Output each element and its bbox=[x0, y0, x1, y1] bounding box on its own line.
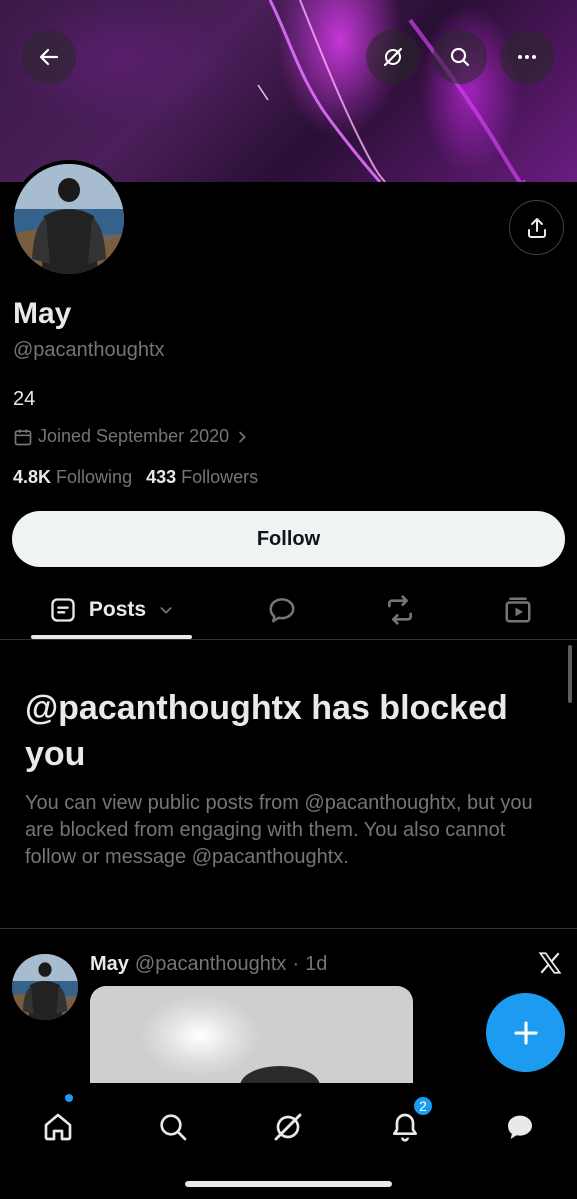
profile-bio: 24 bbox=[13, 388, 36, 410]
tab-posts[interactable]: Posts bbox=[31, 582, 192, 638]
nav-messages[interactable] bbox=[490, 1097, 550, 1157]
tab-posts-label: Posts bbox=[88, 598, 147, 621]
display-name: May bbox=[13, 297, 72, 330]
joined-label: Joined September 2020 bbox=[38, 426, 230, 446]
post-separator: · bbox=[292, 953, 300, 975]
nav-grok[interactable] bbox=[258, 1097, 318, 1157]
post-header: May @pacanthoughtx · 1d bbox=[90, 953, 327, 976]
notifications-icon bbox=[393, 1113, 417, 1142]
joined-date[interactable]: Joined September 2020 bbox=[13, 426, 250, 447]
tab-replies[interactable] bbox=[252, 582, 312, 638]
post-author[interactable]: May bbox=[90, 953, 129, 976]
calendar-icon bbox=[14, 429, 32, 445]
grok-button[interactable] bbox=[366, 30, 420, 84]
profile-stats: 4.8K Following 433 Followers bbox=[13, 467, 258, 488]
share-button[interactable] bbox=[509, 200, 564, 255]
home-indicator[interactable] bbox=[185, 1181, 392, 1187]
blocked-title: @pacanthoughtx has blocked you bbox=[25, 689, 508, 773]
following-link[interactable]: 4.8K Following bbox=[13, 467, 132, 488]
avatar-photo bbox=[14, 164, 124, 274]
plus-icon bbox=[513, 1020, 538, 1045]
grok-icon bbox=[383, 47, 403, 67]
back-button[interactable] bbox=[22, 30, 76, 84]
tab-media[interactable] bbox=[488, 582, 548, 638]
grok-icon bbox=[274, 1113, 302, 1141]
followers-link[interactable]: 433 Followers bbox=[146, 467, 258, 488]
post-time: 1d bbox=[305, 953, 328, 975]
follow-button[interactable]: Follow bbox=[12, 511, 565, 567]
following-label: Following bbox=[56, 467, 133, 487]
chevron-right-icon bbox=[239, 431, 246, 442]
scrollbar[interactable] bbox=[568, 645, 572, 703]
active-tab-indicator bbox=[31, 635, 192, 639]
search-icon bbox=[160, 1114, 187, 1141]
banner-art bbox=[257, 0, 526, 182]
divider bbox=[0, 928, 577, 929]
profile-tabs: Posts bbox=[0, 582, 577, 640]
post-avatar[interactable] bbox=[12, 954, 78, 1020]
x-logo-icon bbox=[537, 950, 563, 983]
blocked-description: You can view public posts from @pacantho… bbox=[25, 792, 533, 868]
compose-button[interactable] bbox=[486, 993, 565, 1072]
search-button[interactable] bbox=[433, 30, 487, 84]
profile-avatar[interactable] bbox=[10, 160, 128, 278]
reposts-icon bbox=[388, 595, 412, 625]
post-image bbox=[240, 1066, 320, 1086]
posts-icon bbox=[51, 598, 75, 622]
nav-home[interactable] bbox=[28, 1097, 88, 1157]
following-count: 4.8K bbox=[13, 467, 52, 487]
post-handle[interactable]: @pacanthoughtx bbox=[135, 953, 287, 976]
share-icon bbox=[527, 217, 546, 238]
avatar-photo bbox=[12, 954, 78, 1020]
tab-reposts[interactable] bbox=[370, 582, 430, 638]
nav-search[interactable] bbox=[143, 1097, 203, 1157]
more-horizontal-icon bbox=[518, 55, 536, 59]
followers-label: Followers bbox=[181, 467, 259, 487]
media-icon bbox=[505, 597, 531, 623]
x-icon bbox=[538, 952, 562, 974]
more-button[interactable] bbox=[500, 30, 554, 84]
arrow-left-icon bbox=[39, 48, 59, 66]
chevron-down-icon bbox=[160, 607, 172, 614]
home-unread-dot bbox=[65, 1094, 73, 1102]
search-icon bbox=[450, 47, 470, 67]
post-media[interactable] bbox=[90, 986, 413, 1086]
profile-handle: @pacanthoughtx bbox=[13, 339, 165, 361]
followers-count: 433 bbox=[146, 467, 177, 487]
messages-icon bbox=[508, 1115, 532, 1139]
home-icon bbox=[44, 1113, 72, 1141]
replies-icon bbox=[269, 598, 295, 623]
profile-banner[interactable] bbox=[0, 0, 577, 182]
notification-badge: 2 bbox=[412, 1095, 434, 1117]
avatar bbox=[14, 164, 124, 274]
